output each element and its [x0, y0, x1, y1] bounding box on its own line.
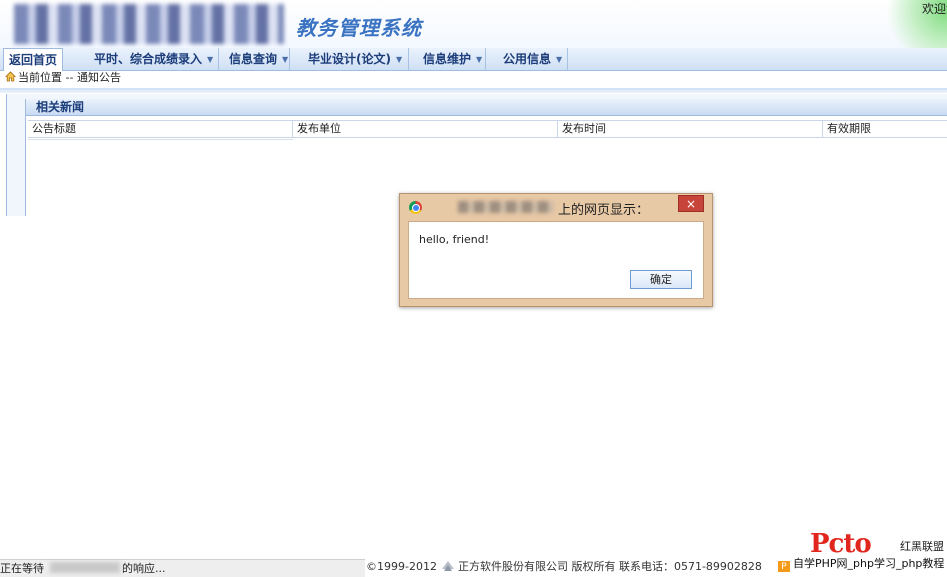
breadcrumb-separator: --	[65, 71, 74, 84]
dialog-titlebar[interactable]: 上的网页显示： ×	[400, 194, 712, 220]
chevron-down-icon: ▼	[556, 55, 563, 64]
chevron-down-icon: ▼	[395, 55, 403, 64]
watermark: Pcto 红黑联盟 P 自学PHP网_php学习_php教程	[776, 530, 947, 576]
company-logo-icon	[441, 561, 454, 571]
nav-info-maintain-label: 信息维护	[423, 52, 472, 66]
table-row	[28, 139, 293, 140]
nav-score-entry-label: 平时、综合成绩录入	[94, 52, 203, 66]
nav-public-info[interactable]: 公用信息 ▼	[490, 48, 568, 70]
welcome-text: 欢迎您	[922, 2, 947, 16]
copyright-footer: ©1999-2012 正方软件股份有限公司 版权所有 联系电话：0571-8990…	[366, 558, 762, 575]
copyright-years: ©1999-2012	[366, 560, 437, 573]
nav-public-info-label: 公用信息	[503, 52, 552, 66]
watermark-tag: 红黑联盟	[900, 540, 944, 553]
dialog-body: hello, friend! 确定	[408, 221, 704, 299]
ok-button[interactable]: 确定	[630, 270, 692, 289]
nav-thesis-label: 毕业设计(论文)	[308, 52, 391, 66]
main-nav: 返回首页 平时、综合成绩录入 ▼ 信息查询 ▼ 毕业设计(论文) ▼ 信息维护 ▼ 公用…	[0, 48, 947, 71]
breadcrumb-current: 通知公告	[76, 71, 121, 84]
chevron-down-icon: ▼	[207, 55, 214, 64]
nav-score-entry[interactable]: 平时、综合成绩录入 ▼	[79, 48, 219, 70]
column-header-validity: 有效期限	[827, 122, 871, 135]
nav-info-maintain[interactable]: 信息维护 ▼	[410, 48, 486, 70]
status-prefix: 正在等待	[0, 562, 44, 575]
school-logo	[14, 4, 284, 44]
breadcrumb-prefix: 当前位置	[18, 71, 62, 84]
nav-home[interactable]: 返回首页	[3, 48, 63, 71]
status-suffix: 的响应...	[122, 562, 166, 575]
chrome-icon	[409, 201, 422, 214]
dialog-title: 上的网页显示：	[558, 203, 650, 218]
contact-phone: 联系电话：0571-89902828	[618, 560, 762, 573]
column-header-unit: 发布单位	[293, 121, 558, 137]
watermark-caption: 自学PHP网_php学习_php教程	[793, 557, 945, 570]
nav-info-query-label: 信息查询	[229, 52, 278, 66]
status-host	[50, 562, 120, 573]
panel-title: 相关新闻	[26, 99, 947, 116]
company-name: 正方软件股份有限公司 版权所有	[457, 560, 616, 573]
breadcrumb: 当前位置 -- 通知公告	[5, 70, 121, 86]
system-title: 教务管理系统	[296, 16, 422, 40]
watermark-logo: Pcto	[810, 529, 872, 559]
status-bar: 正在等待 的响应...	[0, 559, 365, 577]
close-button[interactable]: ×	[678, 195, 704, 212]
alert-dialog: 上的网页显示： × hello, friend! 确定	[399, 193, 713, 307]
divider	[0, 88, 947, 93]
app-header: 教务管理系统 欢迎您	[0, 0, 947, 48]
chevron-down-icon: ▼	[476, 55, 483, 64]
nav-home-label: 返回首页	[8, 53, 57, 67]
php-icon: P	[778, 561, 790, 572]
nav-thesis[interactable]: 毕业设计(论文) ▼	[296, 48, 409, 70]
chevron-down-icon: ▼	[282, 55, 289, 64]
dialog-host	[458, 201, 554, 213]
table-header: 公告标题 发布单位 发布时间 有效期限	[28, 120, 947, 138]
watermark-text: P 自学PHP网_php学习_php教程	[776, 555, 947, 572]
nav-info-query[interactable]: 信息查询 ▼	[217, 48, 290, 70]
column-header-time: 发布时间	[558, 121, 823, 137]
column-header-title: 公告标题	[28, 121, 293, 137]
dialog-message: hello, friend!	[419, 233, 490, 246]
home-icon	[5, 71, 16, 82]
